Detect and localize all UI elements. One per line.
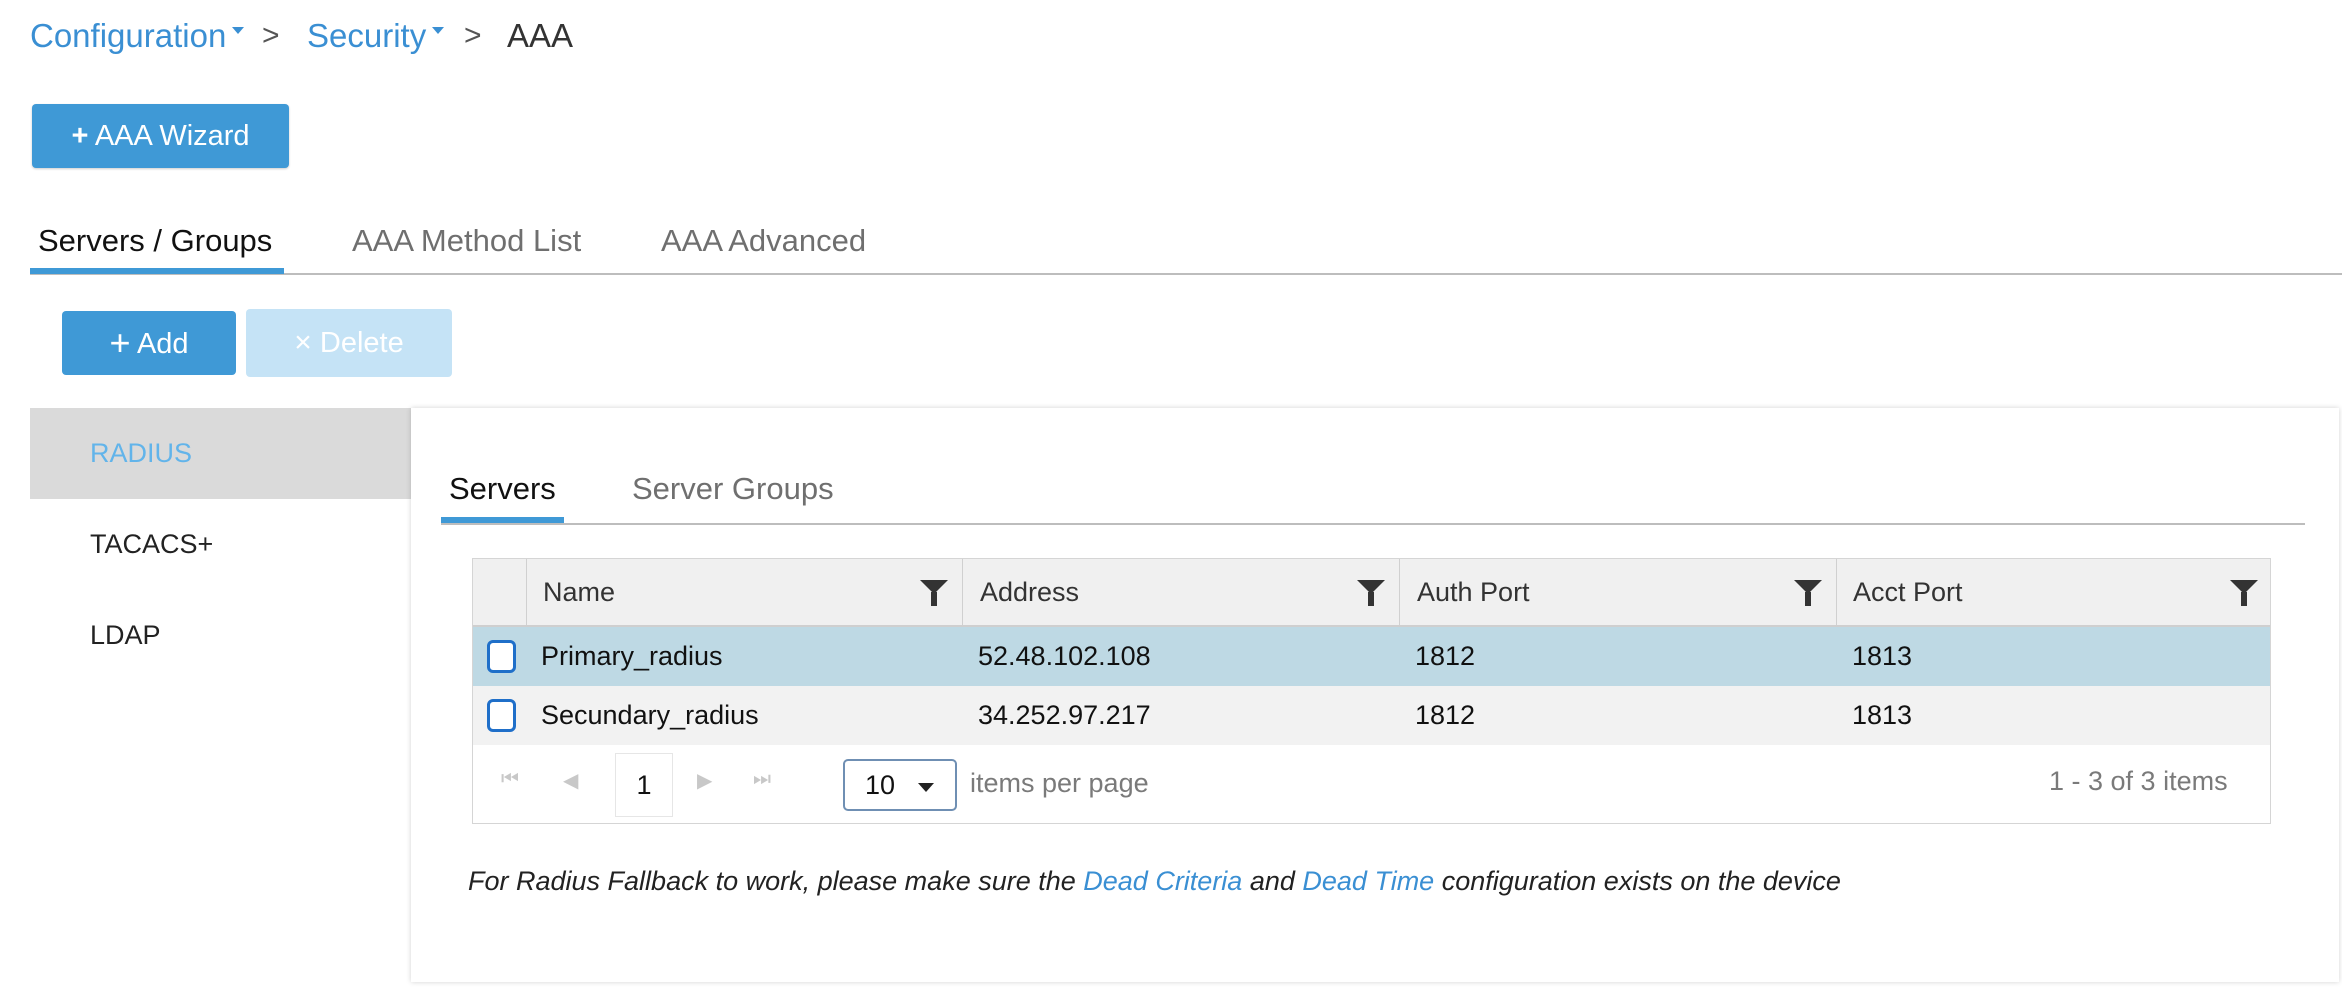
subtabs-divider <box>441 523 2305 525</box>
filter-icon[interactable] <box>1794 580 1822 606</box>
last-page-icon[interactable]: ⏭ <box>753 768 771 791</box>
note-text: and <box>1242 866 1303 896</box>
breadcrumb-separator: > <box>464 19 482 52</box>
items-per-page-label: items per page <box>970 768 1149 798</box>
tab-aaa-method-list[interactable]: AAA Method List <box>352 216 581 266</box>
caret-down-icon <box>918 783 934 792</box>
nav-item-tacacs[interactable]: TACACS+ <box>30 499 412 590</box>
tab-aaa-advanced[interactable]: AAA Advanced <box>661 216 866 266</box>
nav-item-radius[interactable]: RADIUS <box>30 408 412 499</box>
filter-icon[interactable] <box>2230 580 2258 606</box>
active-tab-indicator <box>30 268 284 274</box>
delete-label: Delete <box>319 327 404 359</box>
cell-acct-port: 1813 <box>1852 641 1913 671</box>
filter-icon[interactable] <box>920 580 948 606</box>
next-page-icon[interactable]: ▶ <box>697 768 712 793</box>
column-header-address[interactable]: Address <box>980 559 1079 625</box>
breadcrumb-separator: > <box>262 19 280 52</box>
first-page-icon[interactable]: ⏮ <box>501 768 519 791</box>
tab-servers[interactable]: Servers <box>449 466 556 512</box>
breadcrumb-current: AAA <box>507 17 574 54</box>
plus-icon: + <box>71 120 89 152</box>
column-header-auth-port[interactable]: Auth Port <box>1417 559 1530 625</box>
cell-auth-port: 1812 <box>1415 641 1476 671</box>
column-divider <box>1399 559 1400 625</box>
note-text: For Radius Fallback to work, please make… <box>468 866 1084 896</box>
tab-server-groups[interactable]: Server Groups <box>632 466 834 512</box>
cell-acct-port: 1813 <box>1852 700 1913 730</box>
cell-address: 34.252.97.217 <box>978 700 1151 730</box>
column-divider <box>526 559 527 625</box>
column-divider <box>962 559 963 625</box>
active-subtab-indicator <box>441 517 564 523</box>
items-per-page-select[interactable]: 10 <box>843 759 957 811</box>
dead-criteria-link[interactable]: Dead Criteria <box>1083 866 1242 896</box>
breadcrumb-configuration-label: Configuration <box>30 17 227 54</box>
aaa-wizard-label: AAA Wizard <box>94 120 250 152</box>
nav-item-ldap[interactable]: LDAP <box>30 590 412 681</box>
aaa-wizard-button[interactable]: + AAA Wizard <box>32 104 289 168</box>
column-header-name[interactable]: Name <box>543 559 615 625</box>
current-page[interactable]: 1 <box>615 753 673 817</box>
add-label: Add <box>136 328 189 360</box>
previous-page-icon[interactable]: ◀ <box>563 768 578 793</box>
cell-name: Primary_radius <box>541 641 723 671</box>
caret-down-icon <box>432 26 445 34</box>
close-icon: × <box>294 326 312 359</box>
note-text: configuration exists on the device <box>1434 866 1841 896</box>
delete-button[interactable]: × Delete <box>246 309 452 377</box>
filter-icon[interactable] <box>1357 580 1385 606</box>
cell-name: Secundary_radius <box>541 700 759 730</box>
breadcrumb-security-label: Security <box>307 17 427 54</box>
dead-time-link[interactable]: Dead Time <box>1302 866 1434 896</box>
caret-down-icon <box>232 26 245 34</box>
add-button[interactable]: + Add <box>62 311 236 375</box>
column-divider <box>1836 559 1837 625</box>
row-checkbox[interactable] <box>487 699 516 732</box>
cell-auth-port: 1812 <box>1415 700 1476 730</box>
fallback-note: For Radius Fallback to work, please make… <box>468 858 1841 904</box>
cell-address: 52.48.102.108 <box>978 641 1151 671</box>
row-checkbox[interactable] <box>487 640 516 673</box>
table-row[interactable] <box>473 627 2270 686</box>
breadcrumb-security[interactable]: Security <box>307 14 445 58</box>
pager-summary: 1 - 3 of 3 items <box>2049 766 2228 796</box>
tab-servers-groups[interactable]: Servers / Groups <box>38 216 272 266</box>
breadcrumb-configuration[interactable]: Configuration <box>30 14 245 58</box>
column-header-acct-port[interactable]: Acct Port <box>1853 559 1963 625</box>
tabs-divider <box>30 273 2342 275</box>
plus-icon: + <box>109 322 131 363</box>
